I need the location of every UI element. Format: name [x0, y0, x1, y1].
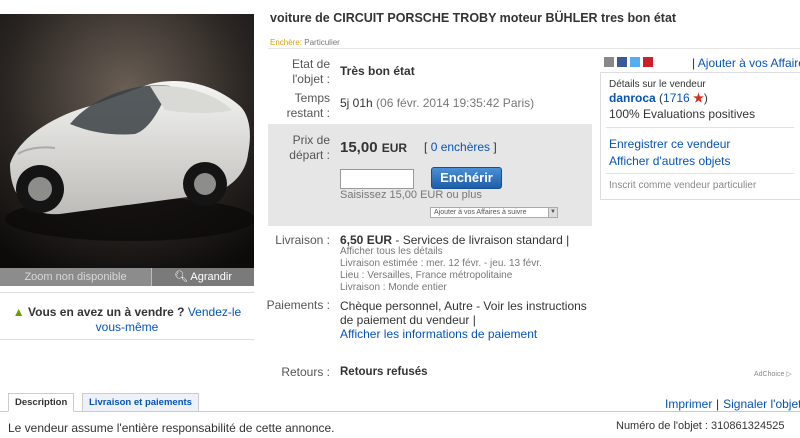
add-to-watchlist-link[interactable]: Ajouter à vos Affaires: [698, 56, 800, 70]
zoom-unavailable-label: Zoom non disponible: [0, 268, 152, 286]
enlarge-button[interactable]: 🔍︎ Agrandir: [152, 268, 254, 286]
price-currency: EUR: [381, 141, 408, 155]
seller-feedback-score[interactable]: 1716: [663, 91, 690, 105]
returns-value: Retours refusés: [340, 366, 428, 378]
seller-other-items-link[interactable]: Afficher d'autres objets: [609, 154, 730, 168]
pinterest-icon[interactable]: [643, 57, 653, 67]
adchoice-badge[interactable]: AdChoice ▷: [754, 370, 792, 378]
bid-count-link[interactable]: 0 enchères: [431, 140, 490, 154]
image-toolbar: Zoom non disponible 🔍︎ Agrandir: [0, 268, 254, 286]
print-link[interactable]: Imprimer: [665, 397, 712, 411]
bid-count-close: ]: [493, 140, 497, 154]
enlarge-label: Agrandir: [190, 271, 232, 283]
seller-info: danroca (1716 ★): [609, 91, 708, 105]
sell-one-box: ▲ Vous en avez un à vendre ? Vendez-le v…: [0, 292, 254, 340]
item-number-value: 310861324525: [711, 420, 785, 432]
start-price-label: Prix de départ :: [289, 133, 330, 162]
bid-count-open: [: [424, 140, 428, 154]
shipping-estimated: Livraison estimée : mer. 12 févr. - jeu.…: [340, 258, 542, 269]
seller-details-title: Détails sur le vendeur: [609, 79, 706, 90]
share-icons: [604, 57, 653, 67]
auction-type: Enchère: Particulier: [270, 38, 340, 47]
email-icon[interactable]: [604, 57, 614, 67]
save-seller-link[interactable]: Enregistrer ce vendeur: [609, 137, 730, 151]
shipping-details-link[interactable]: Afficher tous les détails: [340, 246, 443, 258]
seller-positive-feedback: 100% Evaluations positives: [609, 107, 756, 121]
bid-count: [ 0 enchères ]: [424, 140, 497, 154]
item-location: Lieu : Versailles, France métropolitaine: [340, 270, 513, 281]
item-number-label: Numéro de l'objet :: [616, 420, 708, 432]
shipping-label: Livraison :: [275, 233, 330, 247]
tab-description[interactable]: Description: [8, 393, 75, 412]
time-left-value: 5j 01h (06 févr. 2014 19:35:42 Paris): [340, 96, 534, 111]
facebook-icon[interactable]: [617, 57, 627, 67]
auction-value: Particulier: [304, 38, 340, 47]
report-item-link[interactable]: Signaler l'objet: [723, 397, 800, 411]
payments-text: Chèque personnel, Autre - Voir les instr…: [340, 299, 587, 327]
divider: [606, 173, 794, 174]
shipping-service: - Services de livraison standard |: [395, 233, 570, 247]
product-image[interactable]: [0, 14, 254, 268]
ships-to: Livraison : Monde entier: [340, 282, 447, 293]
returns-label: Retours :: [281, 365, 330, 379]
condition-label: Etat de l'objet :: [291, 57, 330, 86]
adchoice-label: AdChoice: [754, 371, 785, 378]
shipping-cost: 6,50 EUR: [340, 233, 393, 247]
divider: [606, 127, 794, 128]
payments-label: Paiements :: [266, 298, 330, 312]
adchoice-icon: ▷: [786, 371, 792, 378]
watchlist-select-label: Ajouter à vos Affaires à suivre: [434, 209, 527, 216]
add-to-watchlist[interactable]: | Ajouter à vos Affaires: [692, 56, 800, 70]
auction-key: Enchère:: [270, 38, 303, 47]
sell-question: Vous en avez un à vendre ?: [28, 305, 185, 319]
seller-registration: Inscrit comme vendeur particulier: [609, 180, 757, 191]
place-bid-button[interactable]: Enchérir: [431, 167, 502, 189]
divider: [268, 48, 800, 49]
report-item: | Signaler l'objet: [716, 397, 800, 411]
start-price: 15,00 EUR: [340, 139, 407, 156]
twitter-icon[interactable]: [630, 57, 640, 67]
tab-shipping-payments[interactable]: Livraison et paiements: [82, 393, 199, 412]
star-icon: ★: [693, 91, 704, 105]
chevron-down-icon: ▼: [548, 208, 557, 217]
tag-icon: ▲: [12, 305, 25, 319]
bid-amount-input[interactable]: [340, 169, 414, 189]
item-number: Numéro de l'objet : 310861324525: [616, 420, 784, 432]
time-left-duration: 5j 01h: [340, 96, 373, 110]
bid-hint: Saisissez 15,00 EUR ou plus: [340, 189, 482, 201]
seller-feedback-close: ): [703, 91, 708, 105]
magnifier-icon: 🔍︎: [174, 271, 191, 283]
listing-title: voiture de CIRCUIT PORSCHE TROBY moteur …: [270, 11, 677, 25]
price-amount: 15,00: [340, 139, 378, 156]
condition-value: Très bon état: [340, 64, 415, 78]
seller-responsibility: Le vendeur assume l'entière responsabili…: [8, 421, 335, 435]
time-left-label: Temps restant :: [286, 91, 330, 120]
watchlist-select[interactable]: Ajouter à vos Affaires à suivre ▼: [430, 207, 558, 218]
payment-info-link[interactable]: Afficher les informations de paiement: [340, 327, 537, 341]
time-left-date: (06 févr. 2014 19:35:42 Paris): [376, 96, 535, 110]
payments-value: Chèque personnel, Autre - Voir les instr…: [340, 299, 590, 341]
seller-name-link[interactable]: danroca: [609, 91, 656, 105]
